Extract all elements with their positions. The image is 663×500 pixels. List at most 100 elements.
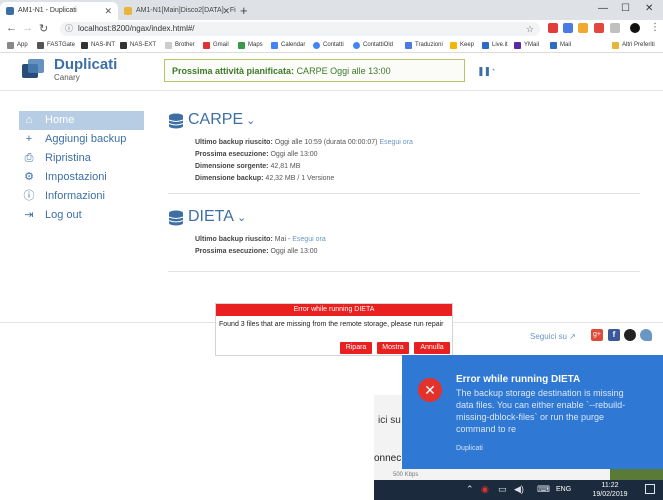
database-icon (168, 113, 184, 129)
show-button[interactable]: Mostra (377, 342, 409, 354)
schedule-label: Prossima attività pianificata: (172, 66, 295, 76)
close-tab-icon[interactable]: ✕ (222, 2, 230, 20)
error-x-icon: ✕ (418, 378, 442, 402)
backup-title-carpe[interactable]: CARPE ⌄ (188, 111, 255, 129)
bookmark-item[interactable]: Mail (550, 38, 571, 52)
sidebar-item-restore[interactable]: ⎙ Ripristina (19, 149, 144, 168)
bookmark-item[interactable]: Calendar (271, 38, 305, 52)
duplicati-favicon-icon (6, 7, 14, 15)
maps-icon (238, 42, 245, 49)
error-dialog-title: Error while running DIETA (216, 304, 452, 316)
close-tab-icon[interactable]: ✕ (104, 2, 112, 20)
mail-icon (550, 42, 557, 49)
menu-dots-icon[interactable]: ⋮ (650, 22, 660, 33)
extension-icon[interactable] (610, 23, 620, 33)
next-run-row: Prossima esecuzione: Oggi alle 13:00 (195, 248, 318, 255)
volume-icon[interactable]: ◀) (514, 484, 524, 495)
next-run-row: Prossima esecuzione: Oggi alle 13:00 (195, 151, 318, 158)
dismiss-button[interactable]: Annulla (414, 342, 450, 354)
address-bar[interactable]: ⓘ localhost:8200/ngax/index.html#/ ☆ (60, 22, 540, 36)
gmail-icon (203, 42, 210, 49)
folder-icon (612, 42, 619, 49)
taskbar-clock[interactable]: 11:22 19/02/2019 (590, 481, 630, 499)
site-info-icon[interactable]: ⓘ (65, 22, 73, 36)
toast-message: The backup storage destination is missin… (456, 388, 626, 434)
sidebar-item-add-backup[interactable]: + Aggiungi backup (19, 130, 144, 149)
database-icon (168, 210, 184, 226)
keep-icon (450, 42, 457, 49)
backup-title-dieta[interactable]: DIETA ⌄ (188, 208, 246, 226)
gear-icon: ⚙ (24, 171, 34, 183)
extension-icon[interactable] (563, 23, 573, 33)
close-window-icon[interactable]: ✕ (645, 3, 653, 14)
chevron-down-icon: ⌄ (233, 212, 247, 224)
extension-icon[interactable] (594, 23, 604, 33)
network-icon[interactable]: ▭ (498, 484, 507, 495)
profile-avatar[interactable] (630, 23, 640, 33)
fastgate-icon (37, 42, 44, 49)
bookmark-item[interactable]: Contatti (313, 38, 344, 52)
follow-us-label: Seguici su ↗ (530, 332, 576, 341)
minimize-window-icon[interactable]: — (598, 3, 608, 14)
bookmark-item[interactable]: Altri Preferiti (612, 38, 655, 52)
extension-icon[interactable] (548, 23, 558, 33)
forum-icon[interactable] (640, 329, 652, 341)
google-plus-icon[interactable]: g+ (591, 329, 603, 341)
repair-button[interactable]: Ripara (340, 342, 372, 354)
bookmark-item[interactable]: Gmail (203, 38, 229, 52)
page-icon (165, 42, 172, 49)
bookmark-item[interactable]: Brother (165, 38, 195, 52)
logout-icon: ⇥ (24, 209, 34, 221)
bookmark-item[interactable]: NAS-EXT (120, 38, 156, 52)
bookmark-item[interactable]: Keep (450, 38, 474, 52)
bookmark-item[interactable]: NAS-INT (81, 38, 115, 52)
last-backup-row: Ultimo backup riuscito: Mai - Esegui ora (195, 236, 326, 243)
keyboard-icon[interactable]: ⌨ (537, 484, 550, 495)
duplicati-tray-icon[interactable]: ◉ (481, 484, 489, 495)
tab-explorer[interactable]: AM1-N1[Main]Disco2[DATA] - Fi ✕ (118, 2, 236, 20)
throttle-icon[interactable]: ◔ (490, 65, 495, 75)
toast-title: Error while running DIETA (456, 374, 581, 385)
source-size-row: Dimensione sorgente: 42,81 MB (195, 163, 301, 170)
run-now-link[interactable]: Esegui ora (379, 139, 412, 146)
maximize-window-icon[interactable]: ☐ (621, 3, 630, 14)
sidebar-item-settings[interactable]: ⚙ Impostazioni (19, 168, 144, 187)
tab-title: AM1-N1[Main]Disco2[DATA] - Fi (136, 7, 236, 14)
run-now-link[interactable]: Esegui ora (292, 236, 325, 243)
language-indicator[interactable]: ENG (556, 486, 571, 493)
sidebar-item-about[interactable]: ⓘ Informazioni (19, 187, 144, 206)
sidebar-item-logout[interactable]: ⇥ Log out (19, 206, 144, 225)
extension-icon[interactable] (578, 23, 588, 33)
reload-icon[interactable]: ↻ (39, 22, 48, 35)
contacts-icon (313, 42, 320, 49)
tab-title: AM1-N1 - Duplicati (18, 7, 77, 14)
sidebar-item-home[interactable]: ⌂ Home (19, 111, 144, 130)
chevron-up-icon[interactable]: ⌃ (466, 484, 474, 495)
apps-grid-icon (7, 42, 14, 49)
pause-icon[interactable]: ❚❚ (477, 66, 491, 77)
new-tab-button[interactable]: + (240, 3, 248, 18)
clock-time: 11:22 (601, 482, 619, 489)
tab-duplicati[interactable]: AM1-N1 - Duplicati ✕ (0, 2, 118, 20)
bookmark-item[interactable]: Live.it (482, 38, 508, 52)
folder-favicon-icon (124, 7, 132, 15)
bookmark-star-icon[interactable]: ☆ (526, 22, 534, 36)
bookmark-item[interactable]: ContattiOld (353, 38, 393, 52)
error-dialog-message: Found 3 files that are missing from the … (219, 321, 444, 328)
forward-arrow-icon[interactable]: → (22, 22, 33, 34)
plus-icon: + (25, 133, 33, 145)
divider (168, 193, 640, 194)
app-subtitle: Canary (54, 73, 80, 82)
facebook-icon[interactable]: f (608, 329, 620, 341)
nas-icon (81, 42, 88, 49)
github-icon[interactable] (624, 329, 636, 341)
back-arrow-icon[interactable]: ← (6, 22, 17, 34)
ymail-icon (514, 42, 521, 49)
bookmark-item[interactable]: Maps (238, 38, 263, 52)
bookmark-item[interactable]: FASTGate (37, 38, 75, 52)
calendar-icon (271, 42, 278, 49)
bookmark-item[interactable]: App (7, 38, 28, 52)
bookmark-item[interactable]: Traduzioni (405, 38, 443, 52)
action-center-icon[interactable] (645, 484, 655, 494)
bookmark-item[interactable]: YMail (514, 38, 539, 52)
